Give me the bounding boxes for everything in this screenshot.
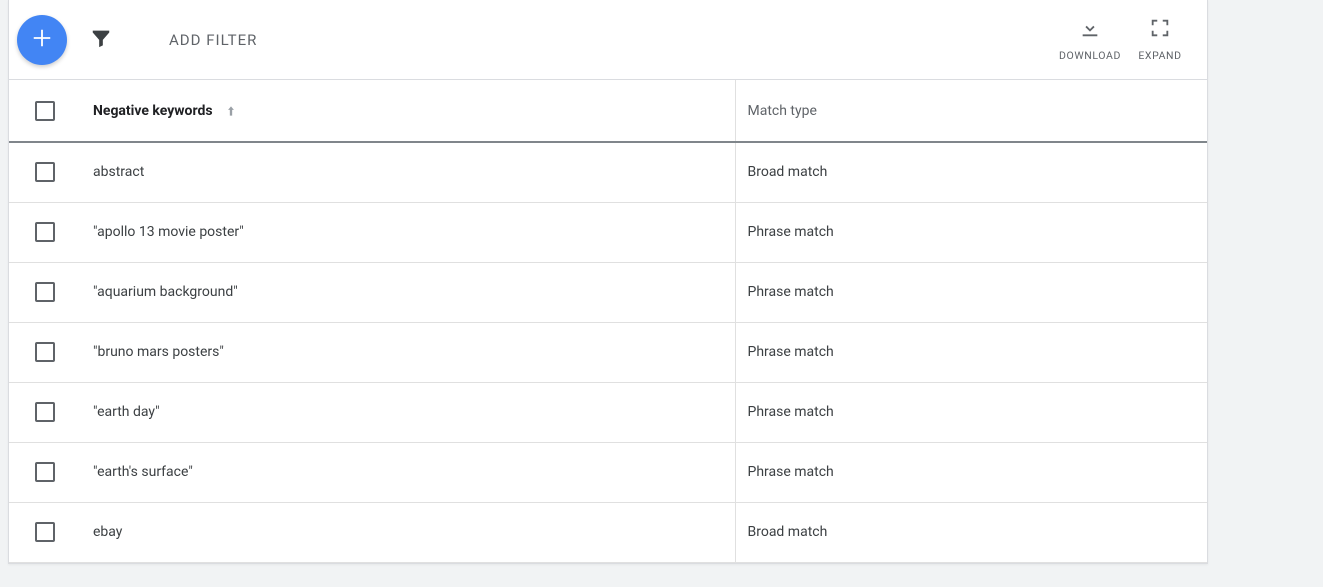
keyword-cell[interactable]: "aquarium background": [81, 262, 735, 322]
match-type-cell[interactable]: Phrase match: [735, 262, 1207, 322]
match-type-text: Phrase match: [748, 404, 834, 420]
keyword-cell[interactable]: "bruno mars posters": [81, 322, 735, 382]
table-row: ebay Broad match: [9, 502, 1207, 562]
select-all-checkbox[interactable]: [35, 101, 55, 121]
column-header-match-type[interactable]: Match type: [735, 80, 1207, 142]
row-checkbox[interactable]: [35, 342, 55, 362]
row-checkbox-cell: [9, 442, 81, 502]
table-row: "bruno mars posters" Phrase match: [9, 322, 1207, 382]
match-type-text: Broad match: [748, 524, 828, 540]
row-checkbox[interactable]: [35, 222, 55, 242]
match-type-text: Broad match: [748, 164, 828, 180]
filter-button[interactable]: [89, 28, 113, 52]
match-type-cell[interactable]: Phrase match: [735, 382, 1207, 442]
keyword-text: abstract: [93, 164, 144, 180]
column-header-match-type-label: Match type: [748, 103, 817, 119]
row-checkbox[interactable]: [35, 282, 55, 302]
row-checkbox-cell: [9, 382, 81, 442]
match-type-cell[interactable]: Phrase match: [735, 322, 1207, 382]
row-checkbox-cell: [9, 262, 81, 322]
table-row: "apollo 13 movie poster" Phrase match: [9, 202, 1207, 262]
header-checkbox-cell: [9, 80, 81, 142]
expand-icon: [1149, 17, 1171, 49]
keyword-cell[interactable]: "earth day": [81, 382, 735, 442]
add-button[interactable]: [17, 15, 67, 65]
keyword-cell[interactable]: abstract: [81, 142, 735, 202]
negative-keywords-card: ADD FILTER DOWNLOAD EXPAND: [8, 0, 1208, 564]
plus-icon: [31, 22, 53, 57]
row-checkbox-cell: [9, 202, 81, 262]
table-row: "aquarium background" Phrase match: [9, 262, 1207, 322]
download-button[interactable]: DOWNLOAD: [1055, 17, 1125, 62]
match-type-text: Phrase match: [748, 464, 834, 480]
row-checkbox-cell: [9, 322, 81, 382]
match-type-cell[interactable]: Broad match: [735, 142, 1207, 202]
funnel-icon: [90, 27, 112, 53]
row-checkbox[interactable]: [35, 522, 55, 542]
download-icon: [1079, 17, 1101, 49]
match-type-text: Phrase match: [748, 344, 834, 360]
keyword-text: "aquarium background": [93, 284, 238, 300]
keyword-text: "earth day": [93, 404, 160, 420]
sort-asc-icon: [224, 104, 238, 118]
keyword-cell[interactable]: ebay: [81, 502, 735, 562]
download-label: DOWNLOAD: [1059, 49, 1121, 62]
negative-keywords-table: Negative keywords Match type abstract Bro…: [9, 80, 1207, 563]
match-type-cell[interactable]: Phrase match: [735, 442, 1207, 502]
table-row: "earth day" Phrase match: [9, 382, 1207, 442]
row-checkbox[interactable]: [35, 462, 55, 482]
keyword-text: "bruno mars posters": [93, 344, 224, 360]
row-checkbox[interactable]: [35, 402, 55, 422]
keyword-cell[interactable]: "earth's surface": [81, 442, 735, 502]
row-checkbox-cell: [9, 142, 81, 202]
keyword-text: "earth's surface": [93, 464, 193, 480]
table-row: abstract Broad match: [9, 142, 1207, 202]
column-header-keyword[interactable]: Negative keywords: [81, 80, 735, 142]
row-checkbox[interactable]: [35, 162, 55, 182]
match-type-cell[interactable]: Broad match: [735, 502, 1207, 562]
match-type-text: Phrase match: [748, 284, 834, 300]
add-filter-link[interactable]: ADD FILTER: [169, 31, 257, 49]
row-checkbox-cell: [9, 502, 81, 562]
expand-label: EXPAND: [1138, 49, 1181, 62]
keyword-cell[interactable]: "apollo 13 movie poster": [81, 202, 735, 262]
table-header-row: Negative keywords Match type: [9, 80, 1207, 142]
toolbar: ADD FILTER DOWNLOAD EXPAND: [9, 0, 1207, 80]
keyword-text: "apollo 13 movie poster": [93, 224, 244, 240]
expand-button[interactable]: EXPAND: [1125, 17, 1195, 62]
column-header-keyword-label: Negative keywords: [93, 103, 213, 119]
keyword-text: ebay: [93, 524, 122, 540]
table-row: "earth's surface" Phrase match: [9, 442, 1207, 502]
match-type-text: Phrase match: [748, 224, 834, 240]
match-type-cell[interactable]: Phrase match: [735, 202, 1207, 262]
